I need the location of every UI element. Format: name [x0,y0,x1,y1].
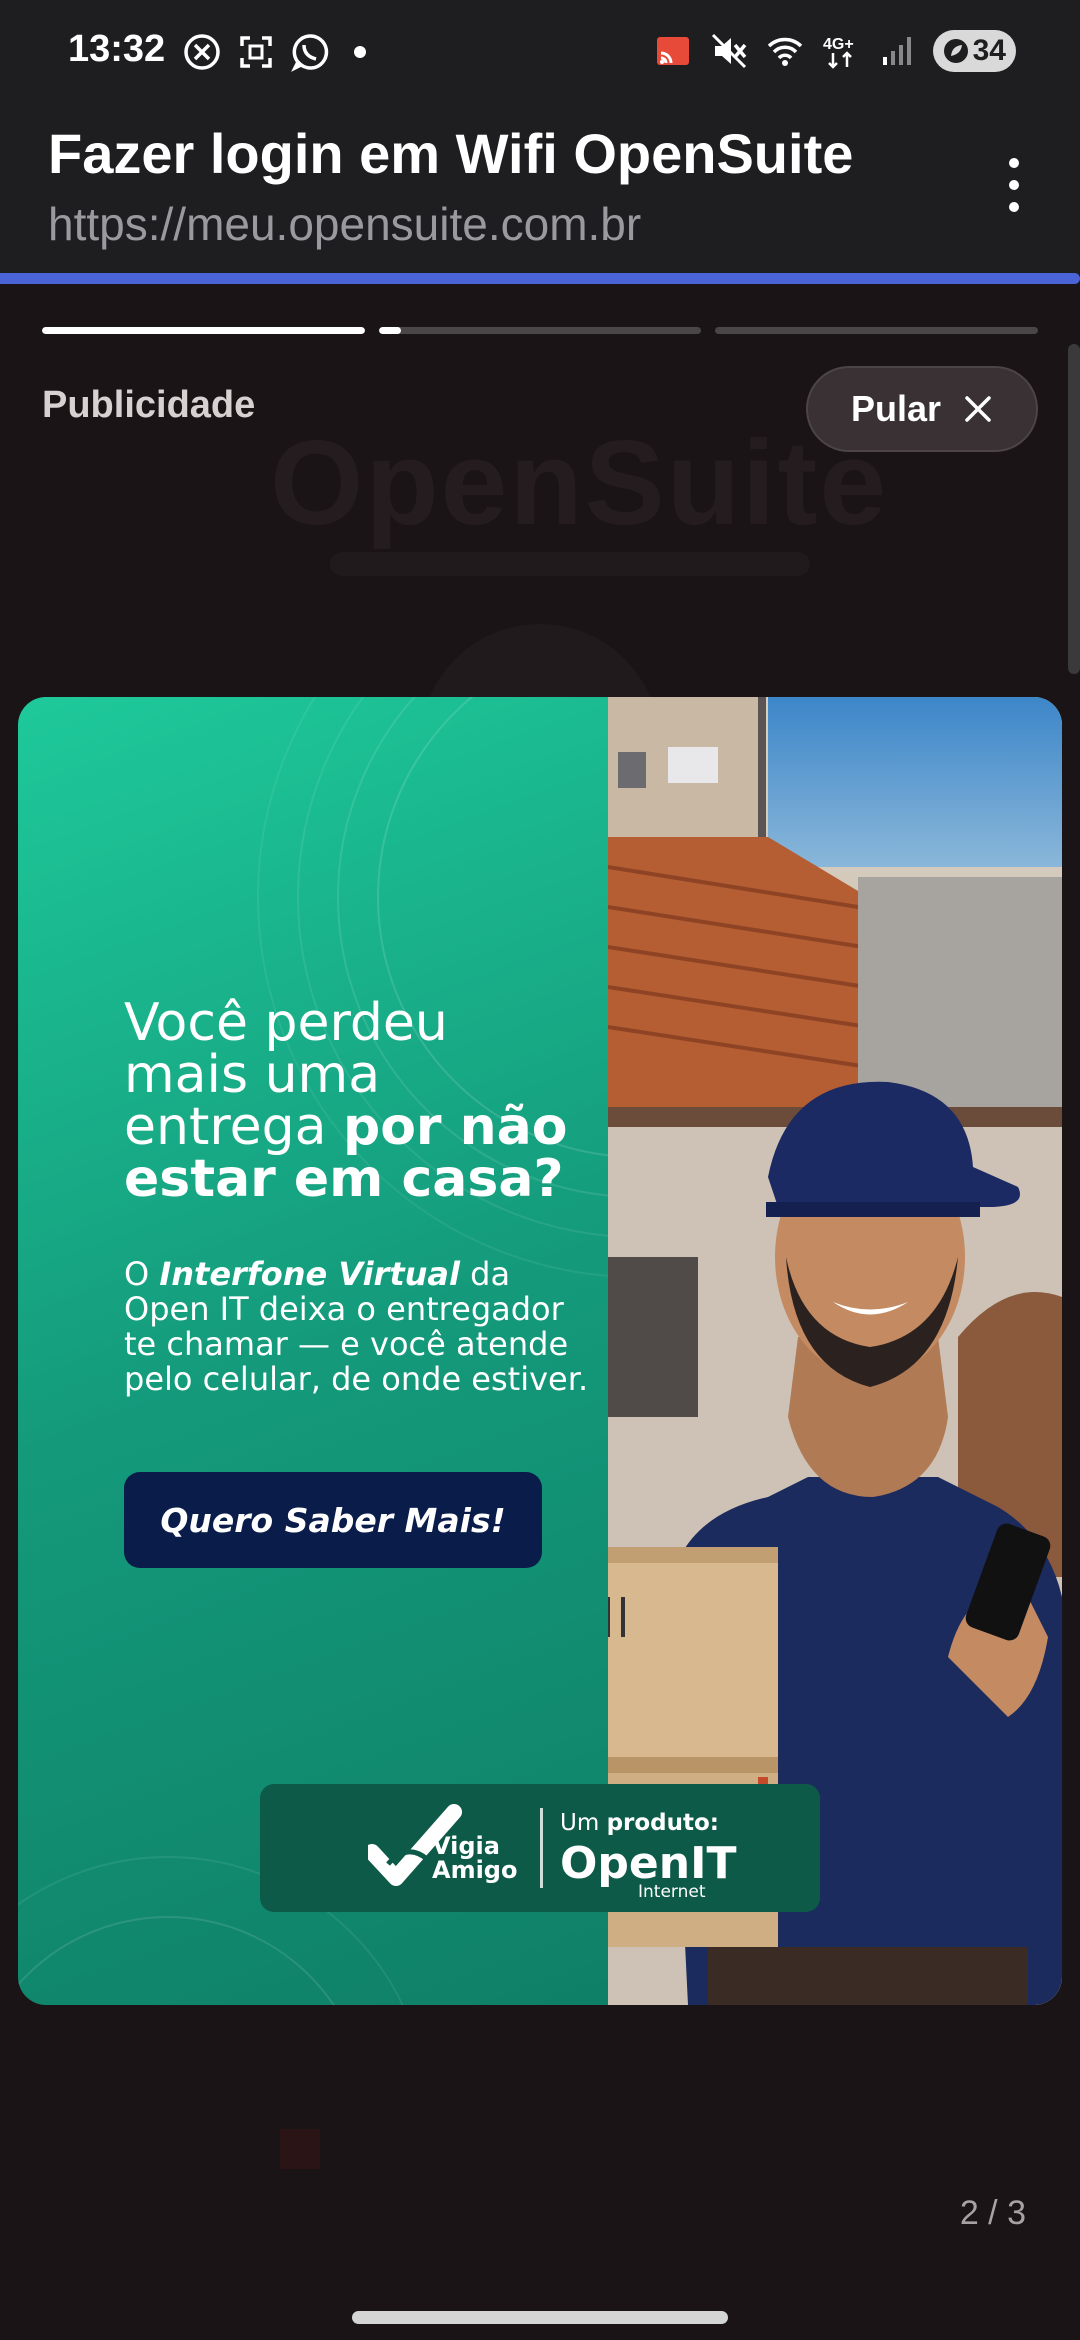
skip-button-label: Pular [850,388,942,429]
status-notification-icons [182,32,366,72]
vigia-amigo-text: Vigia Amigo [432,1832,518,1884]
story-progress-segment-1 [42,327,365,334]
ad-headline: Você perdeu mais uma entrega por não est… [124,997,584,1205]
cast-icon [656,37,689,65]
background-tagline [330,552,810,576]
product-label-bold: produto: [606,1810,720,1836]
notification-dot-icon [354,46,366,58]
mute-icon [711,33,746,69]
status-time: 13:32 [68,28,166,70]
ad-banner[interactable]: Você perdeu mais uma entrega por não est… [18,697,1062,2005]
story-page-indicator: 2 / 3 [959,2194,1026,2232]
battery-level: 34 [972,34,1006,67]
status-bar: 13:32 4G+ 34 [0,0,1080,105]
skip-button[interactable]: Pular [806,366,1038,452]
more-vertical-icon[interactable] [984,145,1044,225]
ad-body-pre: O [124,1255,160,1293]
page-load-progress-bar [0,273,1080,284]
close-icon [965,396,991,422]
story-progress-segment-2 [378,327,702,334]
scrollbar-thumb[interactable] [1068,344,1080,674]
signal-icon [882,37,911,65]
close-circle-icon [184,34,220,70]
page-title: Fazer login em Wifi OpenSuite [48,122,854,185]
battery-saver-icon [943,39,968,63]
svg-text:4G+: 4G+ [823,36,854,53]
wifi-icon [767,37,802,66]
story-progress [42,327,1039,334]
ad-body-text: O Interfone Virtual da Open IT deixa o e… [124,1257,604,1397]
advertising-label: Publicidade [42,384,256,426]
browser-header: Fazer login em Wifi OpenSuite https://me… [0,105,1080,275]
screenshot-icon [240,36,272,68]
story-progress-segment-3 [715,327,1039,334]
background-logo: OpenSuite [270,416,889,550]
openit-logo-subtitle: Internet [638,1882,706,1902]
product-label: Um produto: [560,1810,719,1836]
battery-indicator: 34 [932,30,1016,72]
ad-cta-button[interactable]: Quero Saber Mais! [124,1472,542,1568]
story-viewer[interactable]: OpenSuite Publicidade Pular Você perdeu … [0,284,1080,2340]
network-4g-icon: 4G+ [823,36,854,69]
status-system-icons: 4G+ 34 [653,30,1016,72]
product-label-prefix: Um [560,1810,607,1836]
ad-body-bold: Interfone Virtual [159,1255,460,1293]
footer-divider [540,1808,543,1888]
background-shape-small [280,2129,320,2169]
whatsapp-icon [291,34,329,72]
gesture-navigation-bar[interactable] [352,2311,728,2324]
url-text[interactable]: https://meu.opensuite.com.br [48,197,641,251]
ad-brand-footer: Vigia Amigo Um produto: OpenIT Internet [260,1784,820,1912]
